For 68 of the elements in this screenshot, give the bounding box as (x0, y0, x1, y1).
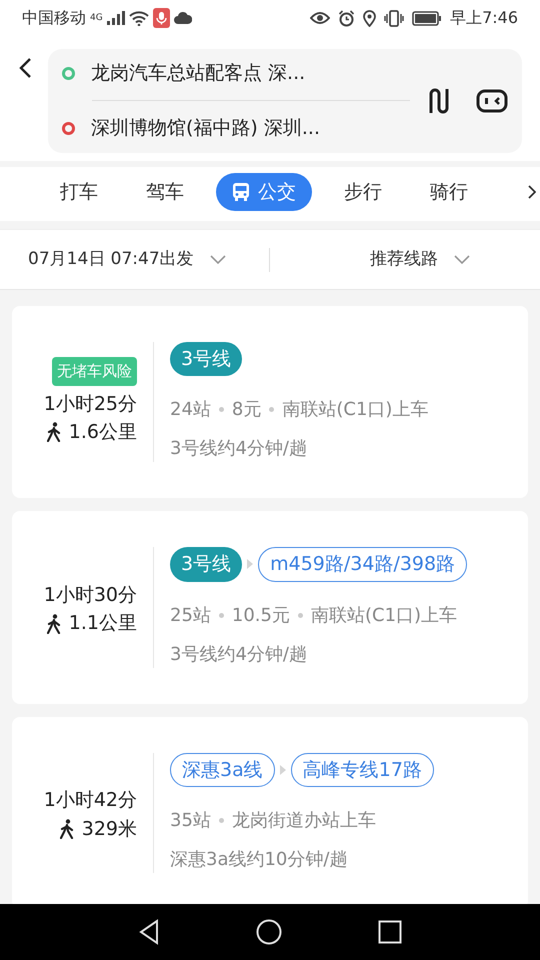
separator-dot-icon (218, 407, 224, 412)
eye-icon (310, 11, 330, 26)
bus-icon (232, 182, 250, 202)
frequency-text: 深惠3a线约10分钟/趟 (170, 848, 348, 872)
transfer-arrow-icon (246, 558, 254, 570)
vibrate-icon (384, 10, 404, 27)
recents-nav-icon[interactable] (378, 920, 402, 944)
chevron-down-icon (454, 255, 470, 264)
cloud-icon (174, 11, 192, 26)
walking-distance: 1.1公里 (68, 611, 137, 636)
duration-text: 1小时30分 (44, 582, 137, 608)
route-plan-card[interactable]: 1小时30分 1.1公里 3号线 m459路/34路/398路 25站 10.5元 南联站(C1口)上车 3号线约4分钟/趟 (12, 511, 528, 704)
mode-tab[interactable]: 步行 (328, 172, 398, 212)
home-nav-icon[interactable] (256, 919, 282, 945)
mode-tab[interactable]: 驾车 (130, 172, 200, 212)
route-detail-text: 8元 (232, 398, 262, 422)
location-icon (363, 10, 376, 27)
no-congestion-tag: 无堵车风险 (52, 357, 137, 386)
route-detail-text: 25站 (170, 604, 211, 628)
route-detail-text: 龙岗街道办站上车 (232, 809, 376, 834)
frequency-text: 3号线约4分钟/趟 (170, 642, 308, 667)
destination-dot-icon (62, 122, 75, 136)
carrier-name: 中国移动 (22, 7, 86, 30)
origin-dot-icon (62, 66, 75, 80)
robot-face-icon[interactable] (476, 88, 508, 113)
bus-line-label: m459路/34路/398路 (258, 547, 468, 582)
sort-dropdown[interactable]: 推荐线路 (370, 246, 438, 272)
route-plan-card[interactable]: 1小时42分 329米 深惠3a线 高峰专线17路 35站 龙岗街道办站上车 深惠3a线约10分钟/趟 (12, 716, 528, 904)
separator-dot-icon (269, 407, 274, 412)
duration-text: 1小时42分 (44, 788, 137, 814)
route-detail-text: 35站 (170, 809, 211, 834)
subway-line-label: 3号线 (170, 342, 242, 376)
subway-line-label: 3号线 (170, 547, 242, 582)
signal-icon (106, 11, 125, 26)
chevron-right-icon[interactable] (528, 185, 536, 200)
walking-distance: 1.6公里 (68, 420, 137, 446)
network-type: 4G (90, 14, 103, 24)
origin-field[interactable]: 龙岗汽车总站配客点 深... (91, 58, 306, 88)
alarm-icon (338, 10, 356, 27)
route-detail-text: 南联站(C1口)上车 (310, 604, 458, 628)
wifi-icon (128, 10, 149, 26)
route-detail-text: 24站 (170, 398, 211, 422)
bus-line-label: 高峰专线17路 (290, 752, 434, 788)
back-nav-icon[interactable] (138, 919, 160, 945)
clock-time: 早上7:46 (450, 7, 518, 30)
route-plan-card[interactable]: 无堵车风险 1小时25分 1.6公里 3号线 24站 8元 南联站(C1口)上车 3号线约4分钟/趟 (12, 306, 528, 498)
route-detail-text: 10.5元 (232, 604, 290, 628)
frequency-text: 3号线约4分钟/趟 (170, 437, 308, 462)
departure-time-dropdown[interactable]: 07月14日 07:47出发 (28, 246, 194, 272)
destination-field[interactable]: 深圳博物馆(福中路) 深圳... (91, 114, 320, 143)
walking-person-icon (46, 422, 61, 442)
walking-person-icon (46, 614, 61, 634)
walking-distance: 329米 (82, 816, 137, 842)
back-icon[interactable] (18, 56, 32, 79)
route-detail-text: 南联站(C1口)上车 (282, 398, 428, 422)
bus-line-label: 深惠3a线 (170, 752, 275, 788)
separator-dot-icon (218, 818, 224, 824)
separator-dot-icon (298, 612, 303, 618)
chevron-down-icon (210, 255, 226, 264)
separator-dot-icon (218, 612, 224, 618)
microphone-icon (152, 8, 170, 28)
duration-text: 1小时25分 (44, 392, 137, 417)
battery-icon (412, 10, 442, 26)
walking-person-icon (60, 819, 74, 840)
mode-tab[interactable]: 骑行 (414, 172, 484, 212)
mode-tab[interactable]: 打车 (44, 172, 114, 212)
mode-tab[interactable]: 公交 (216, 172, 312, 212)
transfer-arrow-icon (278, 764, 287, 776)
